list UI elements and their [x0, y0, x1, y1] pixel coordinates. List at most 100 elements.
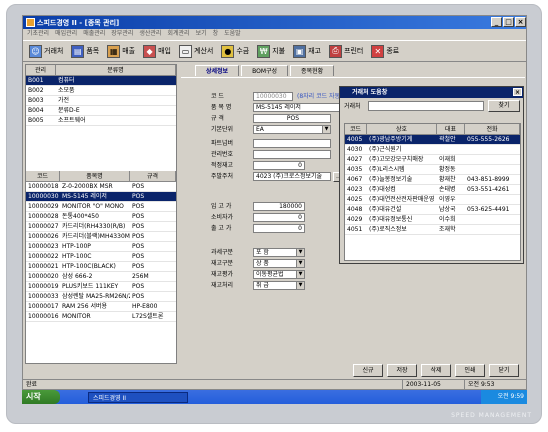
code-field[interactable]: 10000030	[253, 92, 293, 101]
tab-bom[interactable]: BOM구성	[241, 65, 289, 76]
toolbar-purchase-button[interactable]: ◆ 매입	[140, 41, 174, 61]
chevron-down-icon: ▼	[296, 249, 304, 256]
customer-row[interactable]: 4067 (주)늘봉정보기술 황재찬 043-851-8999	[345, 175, 520, 185]
app-window: 스피드경영 II - [종목 관리] _ □ × 기초관리 매입관리 매출관리 …	[22, 15, 527, 390]
close-button[interactable]: ×	[515, 17, 526, 27]
category-row[interactable]: B002 소모품	[26, 86, 176, 96]
sales-icon: ▦	[107, 44, 121, 58]
category-row[interactable]: B005 소프트웨어	[26, 116, 176, 126]
customer-row[interactable]: 4029 (주)대유정보통신 이수희	[345, 215, 520, 225]
consumer-price-field[interactable]: 0	[253, 213, 305, 222]
category-row[interactable]: B003 가전	[26, 96, 176, 106]
item-row[interactable]: 10000027 카드리더(RH4330(R/B) POS	[26, 222, 176, 232]
minimize-button[interactable]: _	[491, 17, 502, 27]
toolbar-stock-button[interactable]: ▣ 재고	[290, 41, 324, 61]
toolbar-invoice-button[interactable]: ▭ 계산서	[176, 41, 216, 61]
handling-select[interactable]: 취 급 ▼	[253, 281, 305, 290]
tax-select[interactable]: 포 함 ▼	[253, 248, 305, 257]
close-icon[interactable]: ×	[513, 88, 522, 96]
page: 스피드경영 II - [종목 관리] _ □ × 기초관리 매입관리 매출관리 …	[0, 0, 548, 432]
customer-grid: 코드 상호 대표 전화 4005 (주)광남주방기계 곽철안 055-555-2626…	[344, 123, 521, 261]
find-button[interactable]: 찾기	[488, 100, 520, 112]
customer-row[interactable]: 4025 (주)대연전산전자판매운영 이영우	[345, 195, 520, 205]
customer-row[interactable]: 4023 (주)대성컴 손태병 053-551-4261	[345, 185, 520, 195]
item-row[interactable]: 10000020 삼성 666-2 256M	[26, 272, 176, 282]
partno-field[interactable]	[253, 139, 331, 148]
start-button[interactable]: 시작	[22, 390, 60, 404]
print-button[interactable]: 인쇄	[455, 364, 485, 377]
tab-status[interactable]: 종목현황	[290, 65, 335, 76]
toolbar-collect-button[interactable]: ● 수금	[218, 41, 252, 61]
toolbar-pay-button[interactable]: ₩ 지불	[254, 41, 288, 61]
taskbar-app-button[interactable]: 스피드경영 II	[88, 391, 188, 403]
item-row[interactable]: 10000028 돈통400*450 POS	[26, 212, 176, 222]
menu-item[interactable]: 기초관리	[27, 29, 49, 39]
category-row[interactable]: B004 분류D-E	[26, 106, 176, 116]
item-row[interactable]: 10000019 PLUS키보드 111KEY POS	[26, 282, 176, 292]
toolbar-printer-button[interactable]: ⎙ 프린터	[326, 41, 366, 61]
window-title: 스피드경영 II - [종목 관리]	[37, 19, 120, 27]
mgmt-field[interactable]	[253, 150, 331, 159]
eval-select[interactable]: 이동평균법 ▼	[253, 270, 305, 279]
spec-field[interactable]: POS	[253, 114, 331, 123]
item-row[interactable]: 10000033 삼성렌탈 MA25-RM26N/20 POS	[26, 292, 176, 302]
customer-row[interactable]: 4051 (주)로직스정보 조재학	[345, 225, 520, 235]
left-panel: 관리 분류명 B001 컴퓨터 B002 소모품 B003 가전 B004 분류D-E …	[25, 64, 177, 364]
menu-bar: 기초관리 매입관리 매출관리 장부관리 생산관리 회계관리 보기 창 도움말	[23, 29, 526, 39]
item-row[interactable]: 10000023 HTP-100P POS	[26, 242, 176, 252]
toolbar-items-button[interactable]: ▤ 품목	[68, 41, 102, 61]
customer-row[interactable]: 4030 (주)근식원기	[345, 145, 520, 155]
toolbar-exit-button[interactable]: ✕ 종료	[368, 41, 402, 61]
unit-select[interactable]: EA ▼	[253, 125, 331, 134]
menu-item[interactable]: 생산관리	[139, 29, 161, 39]
menu-item[interactable]: 보기	[196, 29, 207, 39]
item-row[interactable]: 10000022 HTP-100C POS	[26, 252, 176, 262]
item-row[interactable]: 10000030 MS-5145 레이저 POS	[26, 192, 176, 202]
save-button[interactable]: 저장	[387, 364, 417, 377]
book-icon: ▤	[71, 44, 85, 58]
menu-item[interactable]: 회계관리	[167, 29, 189, 39]
in-price-field[interactable]: 180000	[253, 202, 305, 211]
menu-item[interactable]: 매출관리	[83, 29, 105, 39]
item-row[interactable]: 10000018 Z-0-2000BX MSR POS	[26, 182, 176, 192]
tab-detail[interactable]: 상세정보	[195, 65, 240, 76]
dialog-title-bar: 거래처 도움창 ×	[340, 87, 523, 98]
customer-row[interactable]: 4035 (주)L리스시템 황정동	[345, 165, 520, 175]
brand-watermark: SPEED MANAGEMENT	[451, 412, 532, 419]
item-row[interactable]: 10000021 HTP-100C(BLACK) POS	[26, 262, 176, 272]
menu-item[interactable]: 도움말	[224, 29, 241, 39]
toolbar-users-button[interactable]: ☺ 거래처	[26, 41, 66, 61]
search-input[interactable]	[368, 101, 484, 111]
toolbar-sales-button[interactable]: ▦ 매출	[104, 41, 138, 61]
delete-button[interactable]: 삭제	[421, 364, 451, 377]
chevron-down-icon: ▼	[322, 126, 330, 133]
menu-item[interactable]: 창	[213, 29, 219, 39]
users-icon: ☺	[29, 44, 42, 58]
title-bar: 스피드경영 II - [종목 관리] _ □ ×	[23, 16, 526, 29]
maximize-button[interactable]: □	[503, 17, 514, 27]
clock: 오전 9:59	[481, 390, 527, 404]
item-row[interactable]: 10000016 MONITOR L72S셀트론	[26, 312, 176, 322]
close-form-button[interactable]: 닫기	[489, 364, 519, 377]
stock-icon: ▣	[293, 44, 307, 58]
item-row[interactable]: 10000029 MONITOR "O" MONO POS	[26, 202, 176, 212]
action-buttons: 신규 저장 삭제 인쇄 닫기	[353, 364, 519, 377]
new-button[interactable]: 신규	[353, 364, 383, 377]
customer-help-dialog: 거래처 도움창 × 거래처 찾기 코드 상호 대표 전화 4005 (주)광남주방기…	[339, 86, 524, 264]
customer-row[interactable]: 4027 (주)고모강모구치매장 이재희	[345, 155, 520, 165]
supplier-field[interactable]: 4023 (주)크로스정보기술	[253, 172, 331, 181]
menu-item[interactable]: 매입관리	[55, 29, 77, 39]
category-header: 관리 분류명	[26, 65, 176, 76]
customer-row[interactable]: 4048 (주)대유건설 남상국 053-625-4491	[345, 205, 520, 215]
out-price-field[interactable]: 0	[253, 224, 305, 233]
safety-stock-field[interactable]: 0	[253, 161, 305, 170]
chevron-down-icon: ▼	[296, 271, 304, 278]
item-row[interactable]: 10000026 카드리더(블랙)MH4330M/R POS	[26, 232, 176, 242]
stock-type-select[interactable]: 상 품 ▼	[253, 259, 305, 268]
item-row[interactable]: 10000017 RAM 256 서버용 HP-E800	[26, 302, 176, 312]
category-row[interactable]: B001 컴퓨터	[26, 76, 176, 86]
app-icon	[26, 18, 35, 27]
purchase-icon: ◆	[143, 44, 157, 58]
menu-item[interactable]: 장부관리	[111, 29, 133, 39]
customer-row[interactable]: 4005 (주)광남주방기계 곽철안 055-555-2626	[345, 135, 520, 145]
